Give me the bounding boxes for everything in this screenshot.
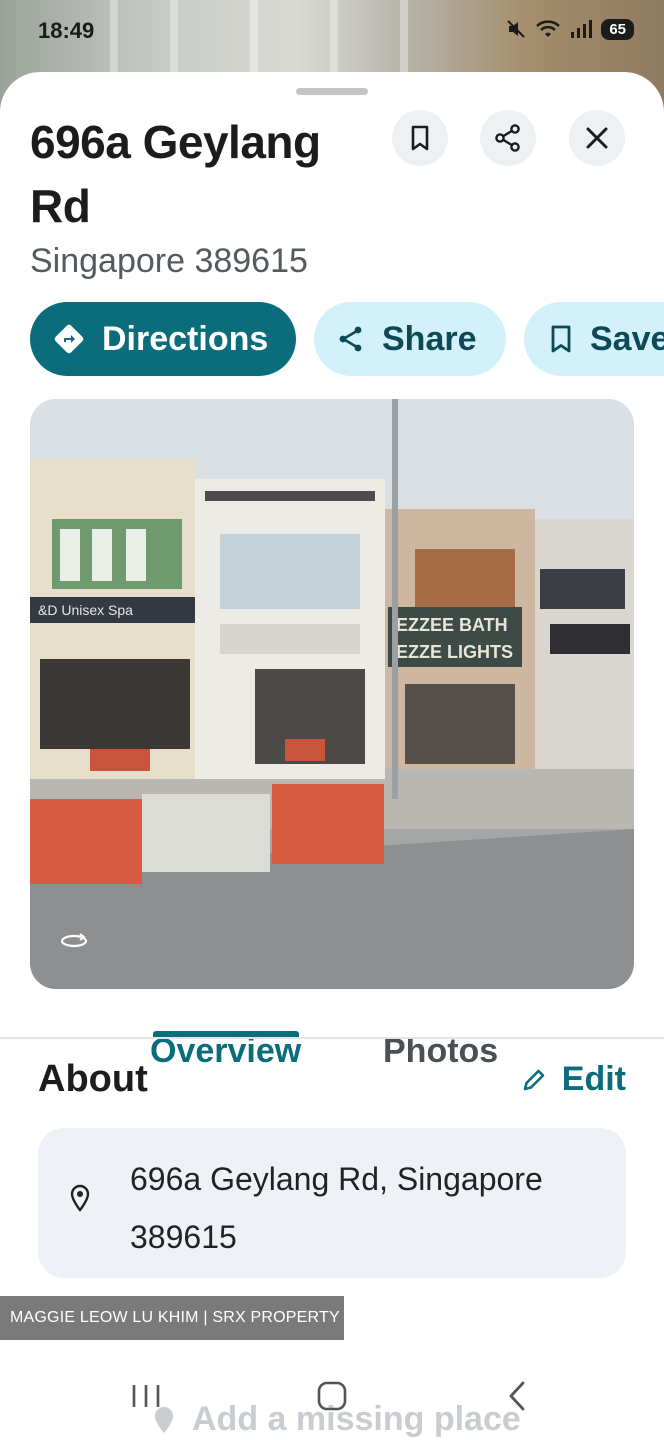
save-chip-label: Save bbox=[590, 319, 664, 358]
sign-unisex-spa: &D Unisex Spa bbox=[38, 602, 133, 618]
directions-button[interactable]: Directions bbox=[30, 302, 296, 376]
place-title: 696a Geylang Rd bbox=[30, 116, 321, 232]
share-chip-icon bbox=[336, 324, 366, 354]
signal-icon bbox=[571, 20, 593, 38]
save-chip-button[interactable]: Save bbox=[524, 302, 664, 376]
place-subtitle: Singapore 389615 bbox=[30, 242, 308, 280]
wifi-icon bbox=[536, 20, 561, 37]
sheet-drag-handle[interactable] bbox=[296, 88, 368, 95]
directions-icon bbox=[52, 322, 86, 356]
battery-level: 65 bbox=[609, 20, 626, 38]
share-button[interactable] bbox=[480, 110, 536, 166]
mute-icon bbox=[507, 20, 526, 38]
tab-divider bbox=[0, 1037, 664, 1039]
pencil-icon bbox=[523, 1069, 545, 1090]
address-card[interactable]: 696a Geylang Rd, Singapore 389615 bbox=[38, 1128, 626, 1278]
close-icon bbox=[586, 127, 608, 149]
sign-ezze-lights: EZZE LIGHTS bbox=[396, 642, 513, 662]
status-icons: 65 bbox=[505, 18, 634, 40]
location-pin-icon bbox=[70, 1184, 90, 1212]
back-button[interactable] bbox=[488, 1368, 548, 1424]
edit-button[interactable]: Edit bbox=[520, 1060, 626, 1099]
share-icon bbox=[495, 124, 520, 152]
bookmark-button[interactable] bbox=[392, 110, 448, 166]
battery-indicator: 65 bbox=[601, 18, 634, 40]
system-nav-bar bbox=[0, 1358, 664, 1434]
share-chip-label: Share bbox=[382, 319, 477, 358]
back-icon bbox=[509, 1381, 525, 1411]
edit-label: Edit bbox=[561, 1060, 626, 1098]
share-chip-button[interactable]: Share bbox=[314, 302, 506, 376]
recents-icon bbox=[132, 1385, 160, 1407]
sign-ezzee-bath: EZZEE BATH bbox=[396, 615, 508, 635]
status-time: 18:49 bbox=[38, 18, 95, 43]
bookmark-icon bbox=[411, 125, 429, 151]
recents-button[interactable] bbox=[116, 1368, 176, 1424]
directions-label: Directions bbox=[102, 319, 269, 358]
home-button[interactable] bbox=[302, 1368, 362, 1424]
about-heading: About bbox=[38, 1058, 148, 1100]
close-button[interactable] bbox=[569, 110, 625, 166]
street-view-photo[interactable]: &D Unisex Spa EZZEE BATH EZZE LIGHTS bbox=[30, 399, 634, 989]
home-icon bbox=[317, 1381, 347, 1411]
street-view-illustration: &D Unisex Spa EZZEE BATH EZZE LIGHTS bbox=[30, 399, 634, 989]
status-bar: 18:49 65 bbox=[0, 0, 664, 60]
save-chip-icon bbox=[548, 324, 574, 354]
action-chip-row: Directions Share Save bbox=[30, 302, 664, 376]
watermark: MAGGIE LEOW LU KHIM | SRX PROPERTY bbox=[0, 1296, 344, 1340]
address-text: 696a Geylang Rd, Singapore 389615 bbox=[130, 1161, 543, 1255]
